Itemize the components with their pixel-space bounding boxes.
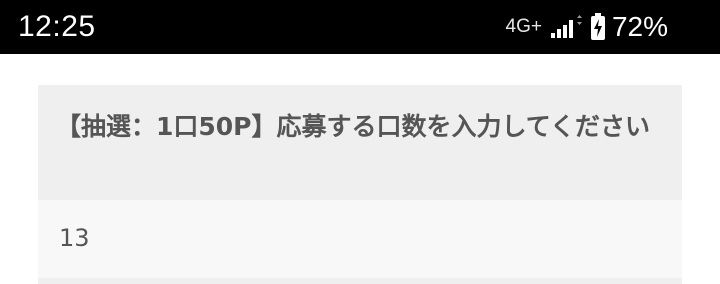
status-time: 12:25 — [18, 10, 96, 43]
status-bar: 12:25 4G+ 72% — [0, 0, 720, 54]
battery-percent: 72% — [611, 11, 668, 42]
network-type-label: 4G+ — [505, 16, 542, 37]
question-label: 【抽選：1口50P】応募する口数を入力してください — [56, 112, 651, 141]
battery-charging-icon — [590, 13, 606, 41]
entry-form: 【抽選：1口50P】応募する口数を入力してください 13 — [38, 85, 682, 284]
quantity-value: 13 — [59, 224, 90, 252]
next-row — [38, 278, 682, 284]
quantity-input[interactable]: 13 — [38, 200, 682, 278]
question-header: 【抽選：1口50P】応募する口数を入力してください — [38, 85, 682, 200]
signal-icon — [550, 15, 584, 39]
status-icons: 4G+ 72% — [506, 10, 669, 44]
